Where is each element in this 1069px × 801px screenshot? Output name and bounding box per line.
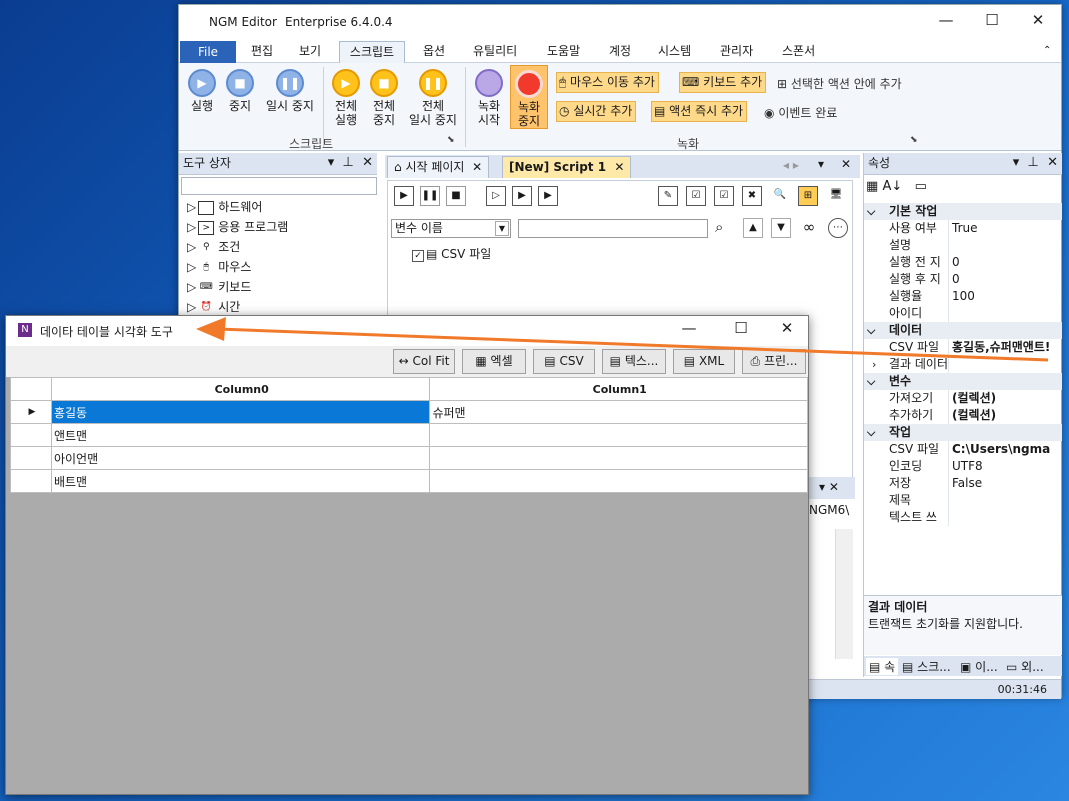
arrow-line xyxy=(217,327,1049,362)
arrow-head xyxy=(196,317,226,341)
annotation-arrow xyxy=(196,317,1049,362)
